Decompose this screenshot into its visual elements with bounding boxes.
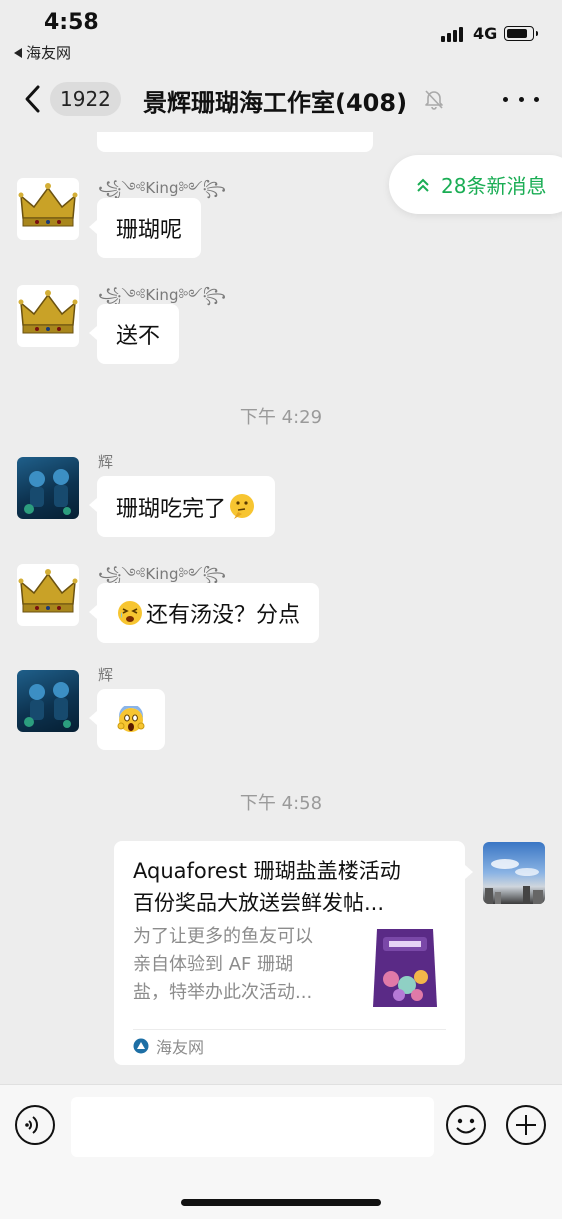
sender-name: 辉 bbox=[98, 666, 114, 684]
diver-figures-icon bbox=[24, 682, 71, 728]
thinking-face-emoji-icon bbox=[230, 493, 255, 519]
my-avatar[interactable] bbox=[483, 842, 545, 904]
source-logo-icon bbox=[133, 1038, 149, 1054]
message-bubble[interactable]: 还有汤没？分点 bbox=[88, 583, 320, 643]
sender-name: 辉 bbox=[98, 453, 114, 471]
link-card-desc-line: 亲自体验到 AF 珊瑚 bbox=[133, 954, 294, 975]
home-indicator[interactable] bbox=[181, 1199, 381, 1206]
chat-header: 1922 景辉珊瑚海工作室(408) bbox=[0, 66, 562, 132]
message-timestamp: 下午 4:58 bbox=[239, 793, 323, 814]
link-card-title-line: Aquaforest 珊瑚盐盖楼活动 bbox=[133, 859, 401, 883]
link-card-title-line: 百份奖品大放送尝鲜发帖... bbox=[133, 891, 385, 915]
crown-icon bbox=[18, 183, 78, 227]
previous-message-bubble[interactable] bbox=[97, 132, 373, 152]
crown-icon bbox=[18, 290, 78, 334]
link-card-desc-line: 盐，特举办此次活动... bbox=[133, 982, 313, 1003]
link-card-source-label: 海友网 bbox=[156, 1038, 205, 1057]
double-chevron-up-icon bbox=[417, 178, 429, 192]
unread-count-badge[interactable]: 1922 bbox=[50, 82, 121, 116]
screaming-face-emoji-icon bbox=[117, 705, 145, 732]
emoji-picker-icon[interactable] bbox=[445, 1104, 487, 1146]
message-text: 珊瑚呢 bbox=[116, 218, 183, 243]
link-card-source: 海友网 bbox=[133, 1034, 204, 1058]
message-timestamp: 下午 4:29 bbox=[239, 407, 323, 428]
diver-avatar[interactable] bbox=[17, 457, 79, 519]
city-skyline-icon bbox=[485, 859, 543, 904]
link-card[interactable]: Aquaforest 珊瑚盐盖楼活动 百份奖品大放送尝鲜发帖... 为了让更多的… bbox=[114, 841, 473, 1065]
new-messages-button[interactable]: 28条新消息 bbox=[389, 155, 562, 214]
crown-avatar[interactable] bbox=[17, 178, 79, 240]
back-chevron-icon[interactable] bbox=[20, 82, 50, 116]
message-bubble[interactable] bbox=[89, 689, 165, 750]
plus-more-icon[interactable] bbox=[505, 1104, 547, 1146]
new-messages-label: 28条新消息 bbox=[441, 174, 547, 198]
crown-avatar[interactable] bbox=[17, 564, 79, 626]
message-text: 珊瑚吃完了 bbox=[116, 496, 227, 522]
message-input[interactable] bbox=[71, 1097, 434, 1157]
chat-message-list[interactable]: ꧁༺King༻꧂ 珊瑚呢 28条新消息 ꧁༺King༻꧂ 送不 下午 4:29 … bbox=[0, 132, 562, 1084]
message-text: 还有汤没？分点 bbox=[146, 603, 301, 628]
link-card-title: Aquaforest 珊瑚盐盖楼活动 百份奖品大放送尝鲜发帖... bbox=[133, 855, 451, 919]
chat-title: 景辉珊瑚海工作室(408) bbox=[143, 89, 408, 117]
diver-avatar[interactable] bbox=[17, 670, 79, 732]
back-to-app-link[interactable]: 海友网 bbox=[14, 42, 71, 63]
crown-avatar[interactable] bbox=[17, 285, 79, 347]
cellular-signal-icon bbox=[441, 26, 463, 42]
back-app-label: 海友网 bbox=[26, 44, 72, 62]
message-bubble[interactable]: 送不 bbox=[88, 304, 180, 364]
message-bubble[interactable]: 珊瑚吃完了 bbox=[88, 476, 276, 537]
back-triangle-icon bbox=[14, 47, 22, 58]
message-bubble[interactable]: 珊瑚呢 bbox=[88, 198, 202, 258]
crown-icon bbox=[18, 569, 78, 613]
link-card-desc-line: 为了让更多的鱼友可以 bbox=[133, 926, 313, 947]
chat-input-bar bbox=[0, 1084, 562, 1219]
mute-bell-icon bbox=[425, 90, 443, 110]
battery-icon bbox=[504, 26, 538, 41]
diver-figures-icon bbox=[24, 469, 71, 515]
status-time: 4:58 bbox=[44, 10, 99, 35]
network-type: 4G bbox=[473, 24, 498, 43]
status-bar: 4:58 海友网 4G bbox=[0, 0, 562, 66]
link-card-divider bbox=[133, 1029, 446, 1030]
more-options-button[interactable] bbox=[503, 88, 539, 110]
link-card-description: 为了让更多的鱼友可以 亲自体验到 AF 珊瑚 盐，特举办此次活动... bbox=[133, 923, 353, 1007]
tired-face-emoji-icon bbox=[118, 601, 142, 625]
message-text: 送不 bbox=[116, 324, 161, 349]
voice-input-icon[interactable] bbox=[14, 1104, 56, 1146]
salt-bag-thumbnail-icon bbox=[369, 923, 441, 1011]
